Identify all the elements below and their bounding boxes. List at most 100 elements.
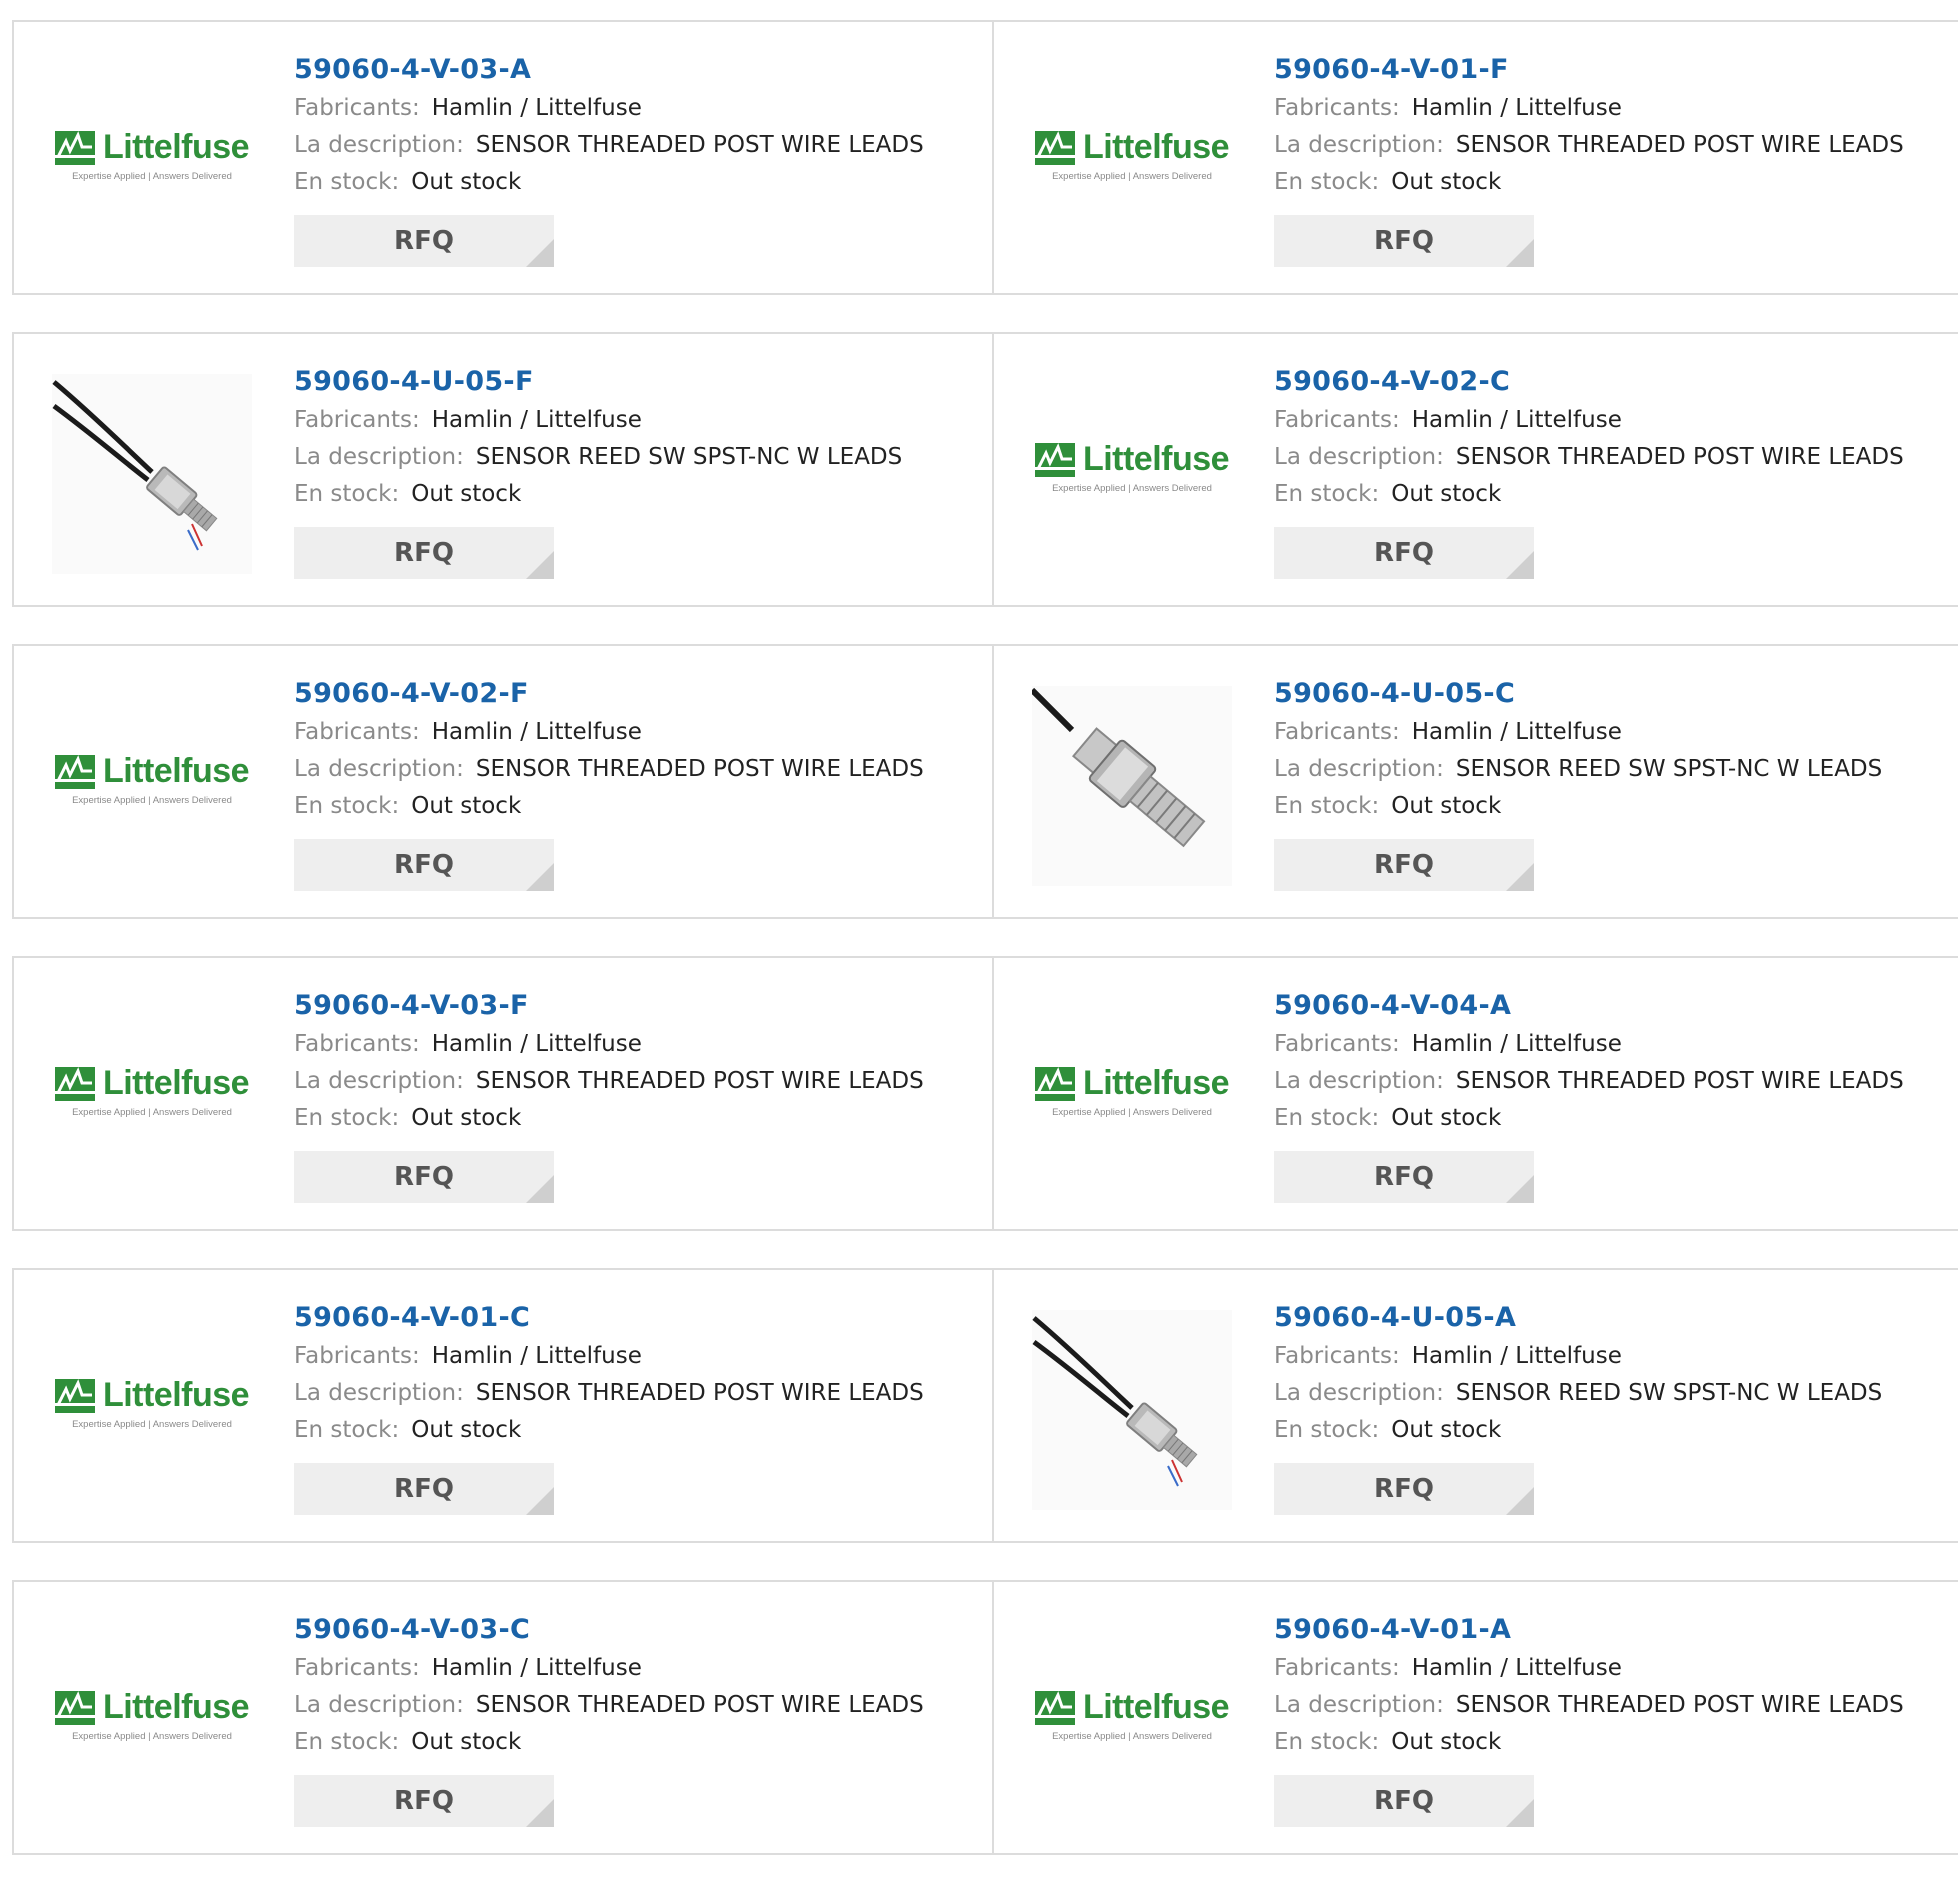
stock-value: Out stock [411, 169, 522, 195]
product-card: Littelfuse Expertise Applied | Answers D… [14, 646, 992, 917]
product-image[interactable] [1032, 1310, 1232, 1510]
product-row: Littelfuse Expertise Applied | Answers D… [12, 20, 1958, 295]
logo-tagline: Expertise Applied | Answers Delivered [72, 171, 232, 182]
part-number-link[interactable]: 59060-4-V-02-C [1274, 362, 1954, 402]
rfq-button[interactable]: RFQ [1274, 1775, 1534, 1827]
manufacturer-value: Hamlin / Littelfuse [1411, 1343, 1622, 1369]
part-number-link[interactable]: 59060-4-V-01-C [294, 1298, 974, 1338]
product-card: Littelfuse Expertise Applied | Answers D… [14, 1582, 992, 1853]
description-value: SENSOR THREADED POST WIRE LEADS [475, 132, 924, 158]
littelfuse-mark-icon [1034, 443, 1075, 477]
littelfuse-logo: Littelfuse Expertise Applied | Answers D… [52, 1063, 252, 1133]
logo-tagline: Expertise Applied | Answers Delivered [1052, 1731, 1212, 1742]
stock-label: En stock: [294, 169, 400, 195]
product-image[interactable]: Littelfuse Expertise Applied | Answers D… [52, 686, 252, 886]
rfq-button[interactable]: RFQ [1274, 527, 1534, 579]
product-image[interactable]: Littelfuse Expertise Applied | Answers D… [52, 1622, 252, 1822]
rfq-button[interactable]: RFQ [294, 527, 554, 579]
rfq-button[interactable]: RFQ [294, 1463, 554, 1515]
stock-row: En stock: Out stock [294, 1412, 974, 1449]
manufacturer-label: Fabricants: [1274, 719, 1400, 745]
rfq-button[interactable]: RFQ [1274, 1151, 1534, 1203]
stock-row: En stock: Out stock [294, 1100, 974, 1137]
description-value: SENSOR THREADED POST WIRE LEADS [475, 1692, 924, 1718]
product-info: 59060-4-V-03-F Fabricants: Hamlin / Litte… [294, 986, 974, 1203]
reed-sensor-with-wires-image [1032, 1310, 1232, 1510]
rfq-label: RFQ [394, 538, 454, 568]
logo-tagline: Expertise Applied | Answers Delivered [72, 1731, 232, 1742]
stock-row: En stock: Out stock [1274, 1412, 1954, 1449]
description-row: La description: SENSOR THREADED POST WIRE… [294, 1687, 974, 1724]
product-card: Littelfuse Expertise Applied | Answers D… [992, 1582, 1958, 1853]
product-row: Littelfuse Expertise Applied | Answers D… [12, 1268, 1958, 1543]
product-info: 59060-4-V-04-A Fabricants: Hamlin / Litte… [1274, 986, 1954, 1203]
stock-label: En stock: [294, 1417, 400, 1443]
stock-row: En stock: Out stock [1274, 788, 1954, 825]
rfq-corner-decoration [1506, 551, 1534, 579]
manufacturer-label: Fabricants: [294, 95, 420, 121]
rfq-button[interactable]: RFQ [294, 1151, 554, 1203]
stock-label: En stock: [1274, 1729, 1380, 1755]
part-number-link[interactable]: 59060-4-V-03-C [294, 1610, 974, 1650]
product-card: 59060-4-U-05-F Fabricants: Hamlin / Litte… [14, 334, 992, 605]
rfq-label: RFQ [394, 1162, 454, 1192]
logo-tagline: Expertise Applied | Answers Delivered [72, 795, 232, 806]
manufacturer-row: Fabricants: Hamlin / Littelfuse [294, 1650, 974, 1687]
part-number-link[interactable]: 59060-4-V-03-A [294, 50, 974, 90]
product-image[interactable]: Littelfuse Expertise Applied | Answers D… [1032, 62, 1232, 262]
manufacturer-label: Fabricants: [1274, 95, 1400, 121]
rfq-button[interactable]: RFQ [294, 215, 554, 267]
rfq-button[interactable]: RFQ [1274, 1463, 1534, 1515]
product-info: 59060-4-V-02-C Fabricants: Hamlin / Litte… [1274, 362, 1954, 579]
stock-value: Out stock [1391, 1417, 1502, 1443]
part-number-link[interactable]: 59060-4-V-01-F [1274, 50, 1954, 90]
manufacturer-label: Fabricants: [294, 719, 420, 745]
stock-value: Out stock [1391, 1729, 1502, 1755]
rfq-button[interactable]: RFQ [1274, 839, 1534, 891]
description-row: La description: SENSOR REED SW SPST-NC W … [1274, 751, 1954, 788]
manufacturer-value: Hamlin / Littelfuse [1411, 407, 1622, 433]
part-number-link[interactable]: 59060-4-U-05-C [1274, 674, 1954, 714]
rfq-button[interactable]: RFQ [1274, 215, 1534, 267]
logo-word: Littelfuse [102, 1376, 250, 1414]
product-image[interactable]: Littelfuse Expertise Applied | Answers D… [52, 62, 252, 262]
rfq-label: RFQ [394, 1474, 454, 1504]
product-image[interactable]: Littelfuse Expertise Applied | Answers D… [52, 998, 252, 1198]
littelfuse-mark-icon [54, 755, 95, 789]
logo-tagline: Expertise Applied | Answers Delivered [1052, 1107, 1212, 1118]
product-image[interactable] [52, 374, 252, 574]
rfq-label: RFQ [1374, 1474, 1434, 1504]
stock-value: Out stock [411, 1417, 522, 1443]
description-row: La description: SENSOR THREADED POST WIRE… [294, 1063, 974, 1100]
product-image[interactable]: Littelfuse Expertise Applied | Answers D… [1032, 1622, 1232, 1822]
part-number-link[interactable]: 59060-4-V-04-A [1274, 986, 1954, 1026]
product-image[interactable] [1032, 686, 1232, 886]
littelfuse-mark-icon [1034, 1067, 1075, 1101]
rfq-button[interactable]: RFQ [294, 1775, 554, 1827]
part-number-link[interactable]: 59060-4-U-05-F [294, 362, 974, 402]
littelfuse-logo: Littelfuse Expertise Applied | Answers D… [52, 751, 252, 821]
manufacturer-row: Fabricants: Hamlin / Littelfuse [294, 1338, 974, 1375]
product-image[interactable]: Littelfuse Expertise Applied | Answers D… [52, 1310, 252, 1510]
description-label: La description: [1274, 1068, 1444, 1094]
product-row: Littelfuse Expertise Applied | Answers D… [12, 956, 1958, 1231]
description-label: La description: [1274, 756, 1444, 782]
logo-tagline: Expertise Applied | Answers Delivered [1052, 171, 1212, 182]
littelfuse-mark-icon [1034, 131, 1075, 165]
stock-row: En stock: Out stock [1274, 1100, 1954, 1137]
product-card: Littelfuse Expertise Applied | Answers D… [14, 1270, 992, 1541]
description-value: SENSOR THREADED POST WIRE LEADS [1455, 1068, 1904, 1094]
product-grid: Littelfuse Expertise Applied | Answers D… [12, 20, 1958, 1892]
description-row: La description: SENSOR THREADED POST WIRE… [1274, 1687, 1954, 1724]
product-image[interactable]: Littelfuse Expertise Applied | Answers D… [1032, 998, 1232, 1198]
stock-value: Out stock [1391, 169, 1502, 195]
part-number-link[interactable]: 59060-4-U-05-A [1274, 1298, 1954, 1338]
description-row: La description: SENSOR THREADED POST WIRE… [294, 1375, 974, 1412]
stock-value: Out stock [1391, 1105, 1502, 1131]
product-image[interactable]: Littelfuse Expertise Applied | Answers D… [1032, 374, 1232, 574]
part-number-link[interactable]: 59060-4-V-01-A [1274, 1610, 1954, 1650]
part-number-link[interactable]: 59060-4-V-02-F [294, 674, 974, 714]
rfq-button[interactable]: RFQ [294, 839, 554, 891]
description-label: La description: [1274, 1692, 1444, 1718]
part-number-link[interactable]: 59060-4-V-03-F [294, 986, 974, 1026]
